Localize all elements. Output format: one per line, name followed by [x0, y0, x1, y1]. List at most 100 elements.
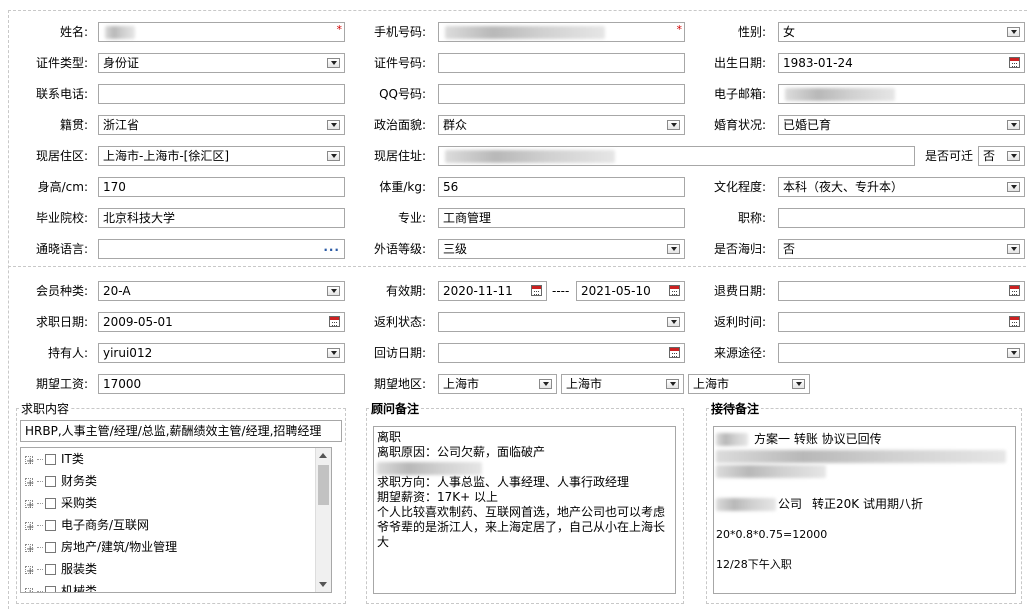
political-select[interactable]: 群众 [438, 115, 685, 135]
chevron-down-icon[interactable] [327, 348, 340, 358]
tree-scrollbar[interactable] [315, 448, 331, 592]
chevron-down-icon[interactable] [666, 379, 679, 389]
overseas-select[interactable]: 否 [778, 239, 1025, 259]
area-province-value: 上海市 [443, 377, 480, 391]
checkbox[interactable] [45, 564, 56, 575]
contact-field[interactable] [98, 84, 345, 104]
weight-field[interactable]: 56 [438, 177, 685, 197]
lang-level-select[interactable]: 三级 [438, 239, 685, 259]
qq-field[interactable] [438, 84, 685, 104]
id-number-field[interactable] [438, 53, 685, 73]
expand-icon[interactable] [25, 540, 34, 560]
education-select[interactable]: 本科（夜大、专升本） [778, 177, 1025, 197]
chevron-down-icon[interactable] [327, 120, 340, 130]
required-mark: * [336, 23, 343, 36]
native-select[interactable]: 浙江省 [98, 115, 345, 135]
chevron-down-icon[interactable] [667, 120, 680, 130]
expand-icon[interactable] [25, 518, 34, 538]
chevron-down-icon[interactable] [1007, 244, 1020, 254]
height-field[interactable]: 170 [98, 177, 345, 197]
calendar-icon[interactable] [1009, 57, 1020, 68]
overseas-value: 否 [783, 242, 796, 256]
calendar-icon[interactable] [669, 347, 680, 358]
checkbox[interactable] [45, 520, 56, 531]
residence-select[interactable]: 上海市-上海市-[徐汇区] [98, 146, 345, 166]
scroll-down-icon[interactable] [319, 582, 327, 587]
phone-field[interactable]: * [438, 22, 685, 42]
calendar-icon[interactable] [669, 285, 680, 296]
relocate-select[interactable]: 否 [978, 146, 1025, 166]
visit-date-field[interactable] [438, 343, 685, 363]
title-field[interactable] [778, 208, 1025, 228]
chevron-down-icon[interactable] [667, 244, 680, 254]
rebate-status-select[interactable] [438, 312, 685, 332]
id-type-select[interactable]: 身份证 [98, 53, 345, 73]
major-field[interactable]: 工商管理 [438, 208, 685, 228]
calendar-icon[interactable] [1009, 285, 1020, 296]
checkbox[interactable] [45, 542, 56, 553]
checkbox[interactable] [45, 498, 56, 509]
tree-item[interactable]: 财务类 [25, 471, 97, 494]
calendar-icon[interactable] [329, 316, 340, 327]
refund-date-field[interactable] [778, 281, 1025, 301]
reception-notes[interactable]: 方案一 转账 协议已回传 公司 转正20K 试用期八折 20*0.8*0.75=1… [713, 426, 1016, 594]
tree-item[interactable]: 房地产/建筑/物业管理 [25, 537, 177, 560]
rebate-time-field[interactable] [778, 312, 1025, 332]
valid-from-field[interactable]: 2020-11-11 [438, 281, 547, 301]
education-label: 文化程度: [713, 180, 766, 194]
chevron-down-icon[interactable] [792, 379, 805, 389]
calendar-icon[interactable] [1009, 316, 1020, 327]
chevron-down-icon[interactable] [1007, 120, 1020, 130]
job-category-tree[interactable]: IT类 财务类 采购类 电子商务/互联网 房地产/建筑/物业管理 服装类 机械类 [20, 447, 332, 593]
area-province-select[interactable]: 上海市 [438, 374, 557, 394]
tree-item[interactable]: 采购类 [25, 493, 97, 516]
job-date-field[interactable]: 2009-05-01 [98, 312, 345, 332]
chevron-down-icon[interactable] [327, 151, 340, 161]
valid-to-field[interactable]: 2021-05-10 [576, 281, 685, 301]
name-label: 姓名: [59, 25, 88, 39]
member-type-select[interactable]: 20-A [98, 281, 345, 301]
holder-select[interactable]: yirui012 [98, 343, 345, 363]
expand-icon[interactable] [25, 562, 34, 582]
birthday-field[interactable]: 1983-01-24 [778, 53, 1025, 73]
expand-icon[interactable] [25, 584, 34, 592]
refund-date-label: 退费日期: [713, 284, 766, 298]
chevron-down-icon[interactable] [1007, 182, 1020, 192]
tree-item[interactable]: IT类 [25, 449, 84, 472]
job-summary-field[interactable]: HRBP,人事主管/经理/总监,薪酬绩效主管/经理,招聘经理 [20, 420, 342, 442]
checkbox[interactable] [45, 586, 56, 592]
scroll-up-icon[interactable] [319, 453, 327, 458]
email-field[interactable] [778, 84, 1025, 104]
chevron-down-icon[interactable] [1007, 348, 1020, 358]
scroll-thumb[interactable] [318, 465, 329, 505]
title-label: 职称: [737, 211, 766, 225]
area-district-select[interactable]: 上海市 [688, 374, 810, 394]
tree-item[interactable]: 服装类 [25, 559, 97, 582]
chevron-down-icon[interactable] [327, 286, 340, 296]
chevron-down-icon[interactable] [539, 379, 552, 389]
chevron-down-icon[interactable] [327, 58, 340, 68]
language-field[interactable]: ··· [98, 239, 345, 259]
name-field[interactable]: * [98, 22, 345, 42]
expand-icon[interactable] [25, 452, 34, 472]
checkbox[interactable] [45, 454, 56, 465]
calendar-icon[interactable] [531, 285, 542, 296]
marital-select[interactable]: 已婚已育 [778, 115, 1025, 135]
school-field[interactable]: 北京科技大学 [98, 208, 345, 228]
area-city-value: 上海市 [566, 377, 603, 391]
chevron-down-icon[interactable] [1007, 27, 1020, 37]
checkbox[interactable] [45, 476, 56, 487]
salary-field[interactable]: 17000 [98, 374, 345, 394]
expand-icon[interactable] [25, 474, 34, 494]
chevron-down-icon[interactable] [667, 317, 680, 327]
tree-item[interactable]: 机械类 [25, 581, 97, 592]
tree-item[interactable]: 电子商务/互联网 [25, 515, 149, 538]
more-icon[interactable]: ··· [323, 241, 340, 258]
gender-select[interactable]: 女 [778, 22, 1025, 42]
area-city-select[interactable]: 上海市 [561, 374, 684, 394]
address-field[interactable] [438, 146, 915, 166]
source-select[interactable] [778, 343, 1025, 363]
chevron-down-icon[interactable] [1007, 151, 1020, 161]
expand-icon[interactable] [25, 496, 34, 516]
advisor-notes[interactable]: 离职 离职原因：公司欠薪，面临破产 求职方向：人事总监、人事经理、人事行政经理 … [373, 426, 676, 594]
